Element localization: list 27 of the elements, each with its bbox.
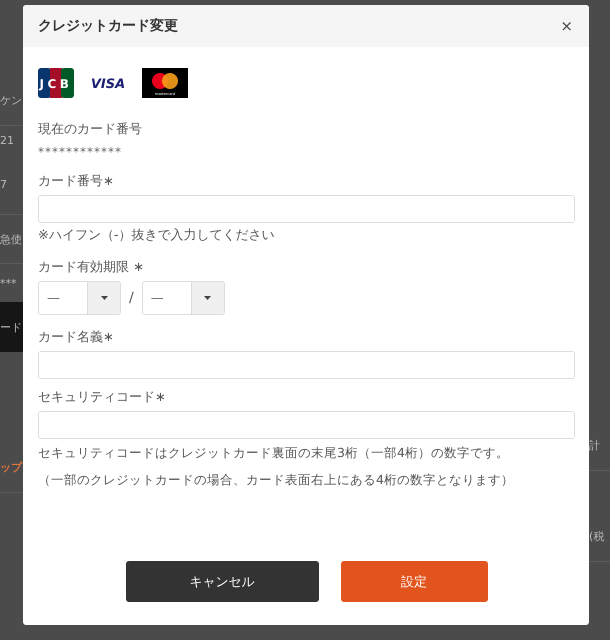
dialog-title: クレジットカード変更 (38, 17, 178, 35)
visa-logo: VISA (91, 76, 125, 90)
field-note: セキュリティコードはクレジットカード裏面の末尾3桁（一部4桁）の数字です。 (38, 444, 510, 462)
field-label: カード番号∗ (38, 173, 115, 191)
current-card-number: ************ (38, 145, 123, 159)
background-text: 計 (589, 420, 610, 471)
text-field[interactable] (38, 411, 575, 439)
month-select[interactable]: — (38, 281, 121, 315)
background-text: (税 (589, 511, 610, 562)
caret-icon (100, 296, 108, 300)
field-label: カード有効期限 ∗ (38, 259, 146, 277)
current-card-label: 現在のカード番号 (38, 121, 143, 139)
caret-icon (204, 296, 212, 300)
close-button[interactable]: × (560, 17, 573, 35)
year-select[interactable]: — (142, 281, 225, 315)
background-text: 21 (0, 132, 15, 148)
field-hint: ※ハイフン（-）抜きで入力してください (38, 227, 276, 245)
text-field[interactable] (38, 351, 575, 379)
field-label: カード名義∗ (38, 329, 115, 347)
background-text: *** (0, 276, 18, 292)
field-label: セキュリティコード∗ (38, 389, 167, 407)
background-text: ード (0, 302, 23, 352)
text-field[interactable] (38, 195, 575, 223)
cancel-button[interactable]: キャンセル (126, 561, 318, 602)
submit-button[interactable]: 設定 (340, 561, 488, 602)
field-note: （一部のクレジットカードの場合、カード表面右上にある4桁の数字となります） (38, 471, 515, 489)
date-separator: / (129, 290, 134, 306)
